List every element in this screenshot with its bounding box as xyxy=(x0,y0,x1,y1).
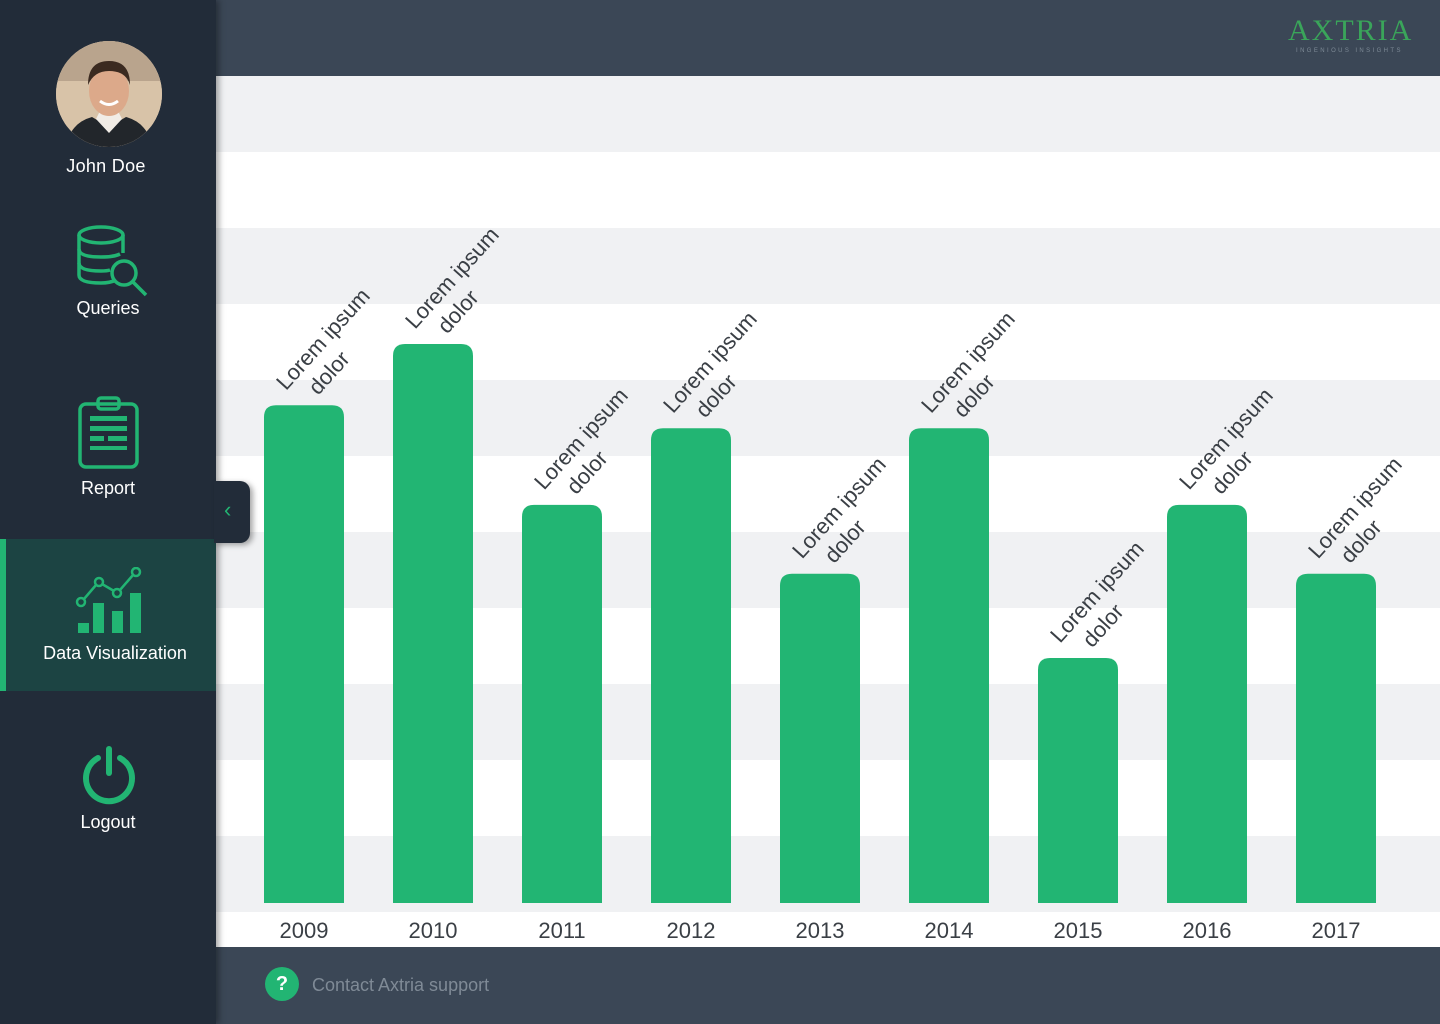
chart-bar-2016[interactable] xyxy=(1167,504,1247,903)
chart-bar-2015[interactable] xyxy=(1038,657,1118,903)
grid-band xyxy=(216,228,1440,304)
nav-item-queries[interactable]: Queries xyxy=(0,215,216,335)
x-tick-label: 2011 xyxy=(538,918,585,943)
chevron-left-icon: ‹ xyxy=(224,497,232,522)
nav-label-queries: Queries xyxy=(76,298,140,318)
contact-support-link[interactable]: Contact Axtria support xyxy=(312,975,489,996)
axtria-logo: AXTRIA INGENIOUS INSIGHTS xyxy=(1288,14,1418,58)
power-icon xyxy=(83,746,135,805)
help-icon[interactable]: ? xyxy=(265,967,299,1001)
clipboard-icon xyxy=(78,396,139,469)
chart-bar-2014[interactable] xyxy=(909,428,989,903)
chart-bar-2013[interactable] xyxy=(780,573,860,903)
nav-item-logout[interactable]: Logout xyxy=(0,740,216,850)
top-bar: AXTRIA INGENIOUS INSIGHTS xyxy=(216,0,1440,76)
sidebar: John Doe Queries Report Data Visualizati… xyxy=(0,0,216,1024)
chart-area: 2009 Lorem ipsum dolor 2010 Lorem ipsum dolor… xyxy=(216,76,1440,947)
x-tick-label: 2016 xyxy=(1183,918,1232,943)
sidebar-collapse-button[interactable]: ‹ xyxy=(214,481,250,543)
x-tick-label: 2017 xyxy=(1312,918,1361,943)
chart-bar-2017[interactable] xyxy=(1296,573,1376,903)
bar-chart: 2009Lorem ipsumdolor2010Lorem ipsumdolor… xyxy=(216,76,1440,943)
avatar-photo xyxy=(56,41,162,147)
bar-line-chart-icon xyxy=(75,567,142,633)
chart-bar-2009[interactable] xyxy=(264,405,344,903)
x-tick-label: 2013 xyxy=(796,918,845,943)
avatar[interactable] xyxy=(56,41,162,147)
grid-band xyxy=(216,76,1440,152)
logo-wordmark: AXTRIA xyxy=(1288,14,1414,47)
user-name: John Doe xyxy=(66,156,146,176)
active-indicator xyxy=(0,539,6,691)
nav-label-logout: Logout xyxy=(80,812,136,832)
x-tick-label: 2015 xyxy=(1054,918,1103,943)
nav-item-data-visualization[interactable]: Data Visualization xyxy=(0,539,216,691)
footer: ? Contact Axtria support xyxy=(216,947,1440,1024)
x-tick-label: 2010 xyxy=(409,918,458,943)
nav-label-data-visualization: Data Visualization xyxy=(43,643,187,663)
chart-bar-2012[interactable] xyxy=(651,428,731,903)
x-tick-label: 2014 xyxy=(925,918,974,943)
database-search-icon xyxy=(77,225,148,297)
chart-bar-2011[interactable] xyxy=(522,504,602,903)
logo-tagline: INGENIOUS INSIGHTS xyxy=(1296,48,1403,54)
x-tick-label: 2012 xyxy=(667,918,716,943)
nav-item-report[interactable]: Report xyxy=(0,390,216,510)
nav-label-report: Report xyxy=(80,478,136,498)
x-tick-label: 2009 xyxy=(280,918,329,943)
chart-bar-2010[interactable] xyxy=(393,344,473,903)
